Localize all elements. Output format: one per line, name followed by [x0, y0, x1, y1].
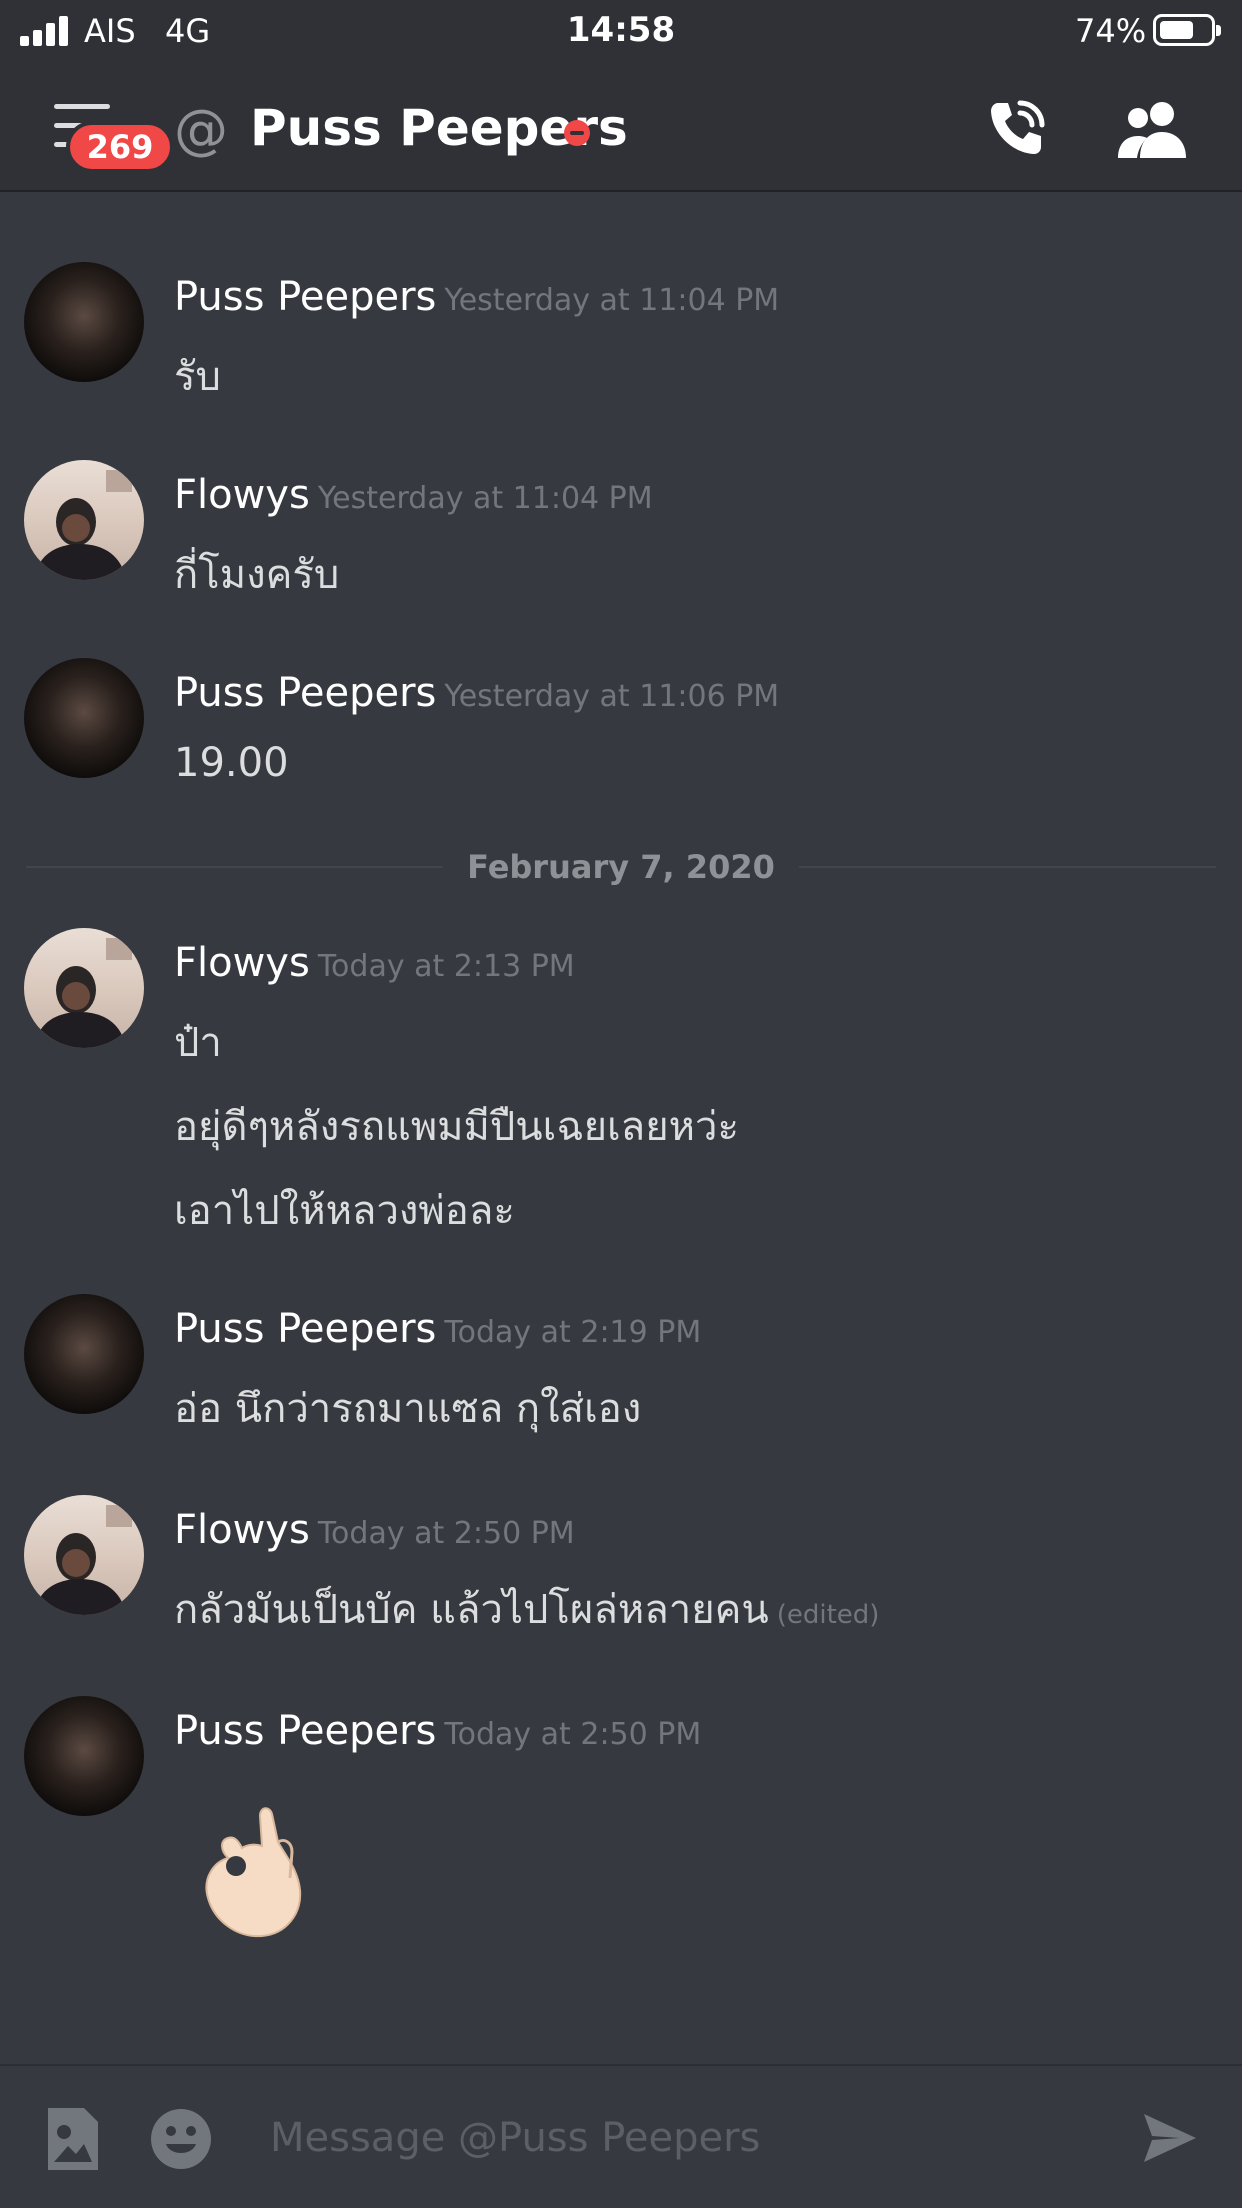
avatar[interactable]: [24, 460, 144, 580]
message-header: Puss Peepers Yesterday at 11:06 PM: [174, 670, 779, 716]
message-text: ป๋า: [174, 1020, 222, 1066]
date-divider-label: February 7, 2020: [443, 848, 799, 886]
timestamp: Today at 2:50 PM: [317, 1516, 575, 1551]
timestamp: Today at 2:19 PM: [444, 1315, 702, 1350]
message-composer: [0, 2064, 1242, 2208]
avatar[interactable]: [24, 1294, 144, 1414]
avatar[interactable]: [24, 658, 144, 778]
message-text: รับ: [174, 354, 221, 400]
message-text: 19.00: [174, 740, 289, 786]
author-name[interactable]: Puss Peepers: [174, 670, 436, 716]
author-name[interactable]: Puss Peepers: [174, 274, 436, 320]
phone-call-icon[interactable]: [984, 97, 1048, 161]
timestamp: Today at 2:50 PM: [444, 1717, 702, 1752]
message-header: Puss Peepers Today at 2:50 PM: [174, 1708, 701, 1754]
image-upload-icon[interactable]: [44, 2106, 100, 2172]
author-name[interactable]: Puss Peepers: [174, 1708, 436, 1754]
send-icon[interactable]: [1142, 2110, 1198, 2166]
avatar[interactable]: [24, 1696, 144, 1816]
battery-icon: [1153, 14, 1221, 46]
author-name[interactable]: Flowys: [174, 940, 310, 986]
message-header: Puss Peepers Today at 2:19 PM: [174, 1306, 701, 1352]
clock: 14:58: [566, 10, 676, 50]
author-name[interactable]: Flowys: [174, 472, 310, 518]
emoji-icon[interactable]: [150, 2108, 212, 2170]
message-input[interactable]: [268, 2102, 1102, 2174]
author-name[interactable]: Flowys: [174, 1507, 310, 1553]
edited-label: (edited): [776, 1600, 880, 1630]
message-header: Flowys Today at 2:50 PM: [174, 1507, 575, 1553]
message-text: กลัวมันเป็นบัค แล้วไปโผล่หลายคน (edited): [174, 1577, 879, 1641]
message-text: อ่อ นึกว่ารถมาแซล กุใส่เอง: [174, 1386, 642, 1432]
channel-header: 269 @ Puss Peepers: [0, 64, 1242, 192]
author-name[interactable]: Puss Peepers: [174, 1306, 436, 1352]
status-bar: AIS 4G 14:58 74%: [0, 0, 1242, 64]
avatar[interactable]: [24, 1495, 144, 1615]
timestamp: Yesterday at 11:04 PM: [317, 481, 653, 516]
unread-badge: 269: [66, 121, 174, 173]
timestamp: Yesterday at 11:04 PM: [444, 283, 780, 318]
message-header: Flowys Yesterday at 11:04 PM: [174, 472, 653, 518]
timestamp: Today at 2:13 PM: [317, 949, 575, 984]
message-text: กี่โมงครับ: [174, 552, 340, 598]
avatar[interactable]: [24, 928, 144, 1048]
members-icon[interactable]: [1116, 98, 1188, 160]
message-text: เอาไปให้หลวงพ่อละ: [174, 1188, 515, 1234]
message-text: อยุ่ดีๆหลังรถแพมมีปืนเฉยเลยหว่ะ: [174, 1104, 739, 1150]
date-divider: February 7, 2020: [0, 848, 1242, 886]
at-icon: @: [174, 98, 228, 161]
dnd-status-icon: [564, 120, 590, 146]
message-text-content: กลัวมันเป็นบัค แล้วไปโผล่หลายคน: [174, 1587, 769, 1633]
ok-hand-emoji-icon: [205, 1807, 302, 1938]
message-header: Puss Peepers Yesterday at 11:04 PM: [174, 274, 779, 320]
avatar[interactable]: [24, 262, 144, 382]
timestamp: Yesterday at 11:06 PM: [444, 679, 780, 714]
message-header: Flowys Today at 2:13 PM: [174, 940, 575, 986]
battery-percent: 74%: [1075, 12, 1147, 50]
